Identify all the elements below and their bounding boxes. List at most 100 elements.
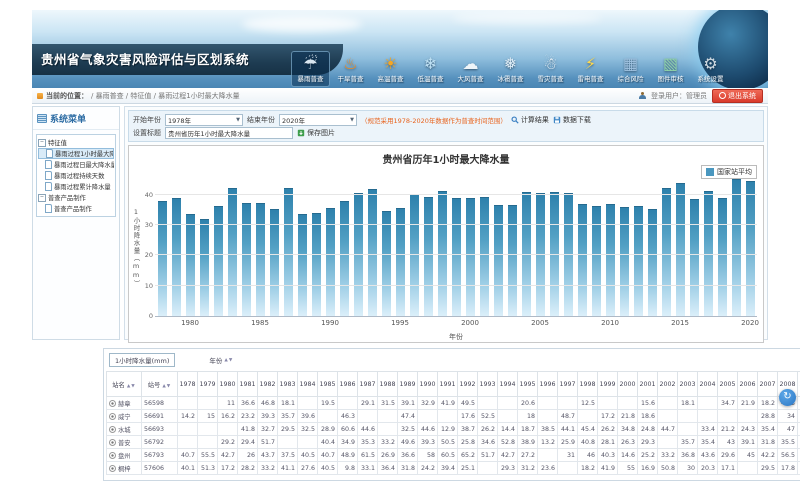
location-icon [37,93,43,99]
col-year-2004[interactable]: 2004 [698,372,718,397]
data-table: 站名 ▲▼站号 ▲▼197819791980198119821983198419… [106,371,800,475]
col-year-1980[interactable]: 1980 [218,372,238,397]
cell-1998: 40.8 [578,436,598,449]
nav-item-snow-disaster[interactable]: ☃雪灾普查 [531,51,570,87]
chart-title-input[interactable] [165,127,293,139]
cell-2004: 20.3 [698,462,718,475]
station-name[interactable]: 桐梓 [107,462,142,475]
nav-item-label: 综合风险 [618,75,644,83]
cell-1999: 17.2 [598,410,618,423]
table-row[interactable]: 赫章565981136.646.818.119.529.131.539.132.… [107,397,800,410]
nav-item-high-temp[interactable]: ☀高温普查 [371,51,410,87]
col-year-1989[interactable]: 1989 [398,372,418,397]
table-row[interactable]: 盘州5679340.755.542.72643.737.540.540.748.… [107,449,800,462]
col-year-1997[interactable]: 1997 [558,372,578,397]
col-year-1998[interactable]: 1998 [578,372,598,397]
col-year-1988[interactable]: 1988 [378,372,398,397]
sidebar-item-1[interactable]: 暴雨过程1小时最大降水量 [38,148,114,159]
sidebar-item-0[interactable]: −特征值 [38,137,114,148]
refresh-spinner[interactable]: ↻ [779,389,796,406]
col-year-2007[interactable]: 2007 [758,372,778,397]
col-year-1985[interactable]: 1985 [318,372,338,397]
sidebar-item-6[interactable]: 普查产品制作 [38,203,114,214]
sidebar-item-3[interactable]: 暴雨过程持续天数 [38,170,114,181]
col-station-name[interactable]: 站名 ▲▼ [107,372,142,397]
col-year-2006[interactable]: 2006 [738,372,758,397]
sort-arrows-icon[interactable]: ▲▼ [224,358,233,363]
col-year-1986[interactable]: 1986 [338,372,358,397]
col-year-1993[interactable]: 1993 [478,372,498,397]
nav-item-drought[interactable]: ♨干旱普查 [331,51,370,87]
calc-results-button[interactable]: 计算结果 [511,115,549,125]
nav-item-settings[interactable]: ⚙系统设置 [691,51,730,87]
table-row[interactable]: 普安5679229.229.451.740.434.935.333.249.63… [107,436,800,449]
col-year-1984[interactable]: 1984 [298,372,318,397]
col-year-1981[interactable]: 1981 [238,372,258,397]
table-row[interactable]: 桐梓5760640.151.317.228.233.241.127.640.59… [107,462,800,475]
breadcrumb-path[interactable]: / 暴雨普查 / 特征值 / 暴雨过程1小时最大降水量 [91,91,240,101]
bar-2003 [508,205,517,316]
col-year-2002[interactable]: 2002 [658,372,678,397]
nav-item-map-review[interactable]: ▧图件审核 [651,51,690,87]
nav-item-lightning[interactable]: ⚡雷电普查 [571,51,610,87]
cell-1987: 61.5 [358,449,378,462]
sort-arrows-icon[interactable]: ▲▼ [127,384,136,389]
gridline [155,194,757,195]
col-year-1994[interactable]: 1994 [498,372,518,397]
bar-1985 [256,203,265,316]
station-name[interactable]: 威宁 [107,410,142,423]
nav-item-gale[interactable]: ☁大风普查 [451,51,490,87]
station-name[interactable]: 盘州 [107,449,142,462]
data-download-button[interactable]: 数据下载 [553,115,591,125]
logout-button[interactable]: 退出系统 [712,89,763,103]
col-year-2000[interactable]: 2000 [618,372,638,397]
col-year-2001[interactable]: 2001 [638,372,658,397]
col-station-id[interactable]: 站号 ▲▼ [142,372,178,397]
end-year-select[interactable]: 2020年 ▼ [279,114,357,126]
chart-legend[interactable]: 国家站平均 [701,165,757,179]
radio-icon[interactable] [109,413,116,420]
nav-item-rainstorm[interactable]: ☔暴雨普查 [291,51,330,87]
nav-item-label: 高温普查 [378,75,404,83]
header-banner: 贵州省气象灾害风险评估与区划系统 ☔暴雨普查♨干旱普查☀高温普查❄低温普查☁大风… [32,10,768,88]
cell-2001: 25.2 [638,449,658,462]
sidebar-item-4[interactable]: 暴雨过程累计降水量 [38,181,114,192]
radio-icon[interactable] [109,400,116,407]
station-name[interactable]: 赫章 [107,397,142,410]
nav-item-low-temp[interactable]: ❄低温普查 [411,51,450,87]
col-year-1978[interactable]: 1978 [178,372,198,397]
nav-item-composite-risk[interactable]: ▦综合风险 [611,51,650,87]
col-year-1999[interactable]: 1999 [598,372,618,397]
cell-1985: 40.5 [318,462,338,475]
sort-arrows-icon[interactable]: ▲▼ [162,384,171,389]
col-year-1992[interactable]: 1992 [458,372,478,397]
col-year-2003[interactable]: 2003 [678,372,698,397]
year-sort-control[interactable]: 年份 ▲▼ [209,355,233,365]
col-year-1991[interactable]: 1991 [438,372,458,397]
col-year-1983[interactable]: 1983 [278,372,298,397]
table-row[interactable]: 水城5669341.832.729.532.528.960.644.632.54… [107,423,800,436]
nav-item-label: 系统设置 [698,75,724,83]
station-name[interactable]: 普安 [107,436,142,449]
save-image-button[interactable]: 保存图片 [297,128,335,138]
cell-1981: 41.8 [238,423,258,436]
station-name[interactable]: 水城 [107,423,142,436]
cloud-decoration [242,16,362,32]
radio-icon[interactable] [109,426,116,433]
col-year-1996[interactable]: 1996 [538,372,558,397]
sidebar-item-2[interactable]: 暴雨过程日最大降水量 [38,159,114,170]
sidebar-item-5[interactable]: −普查产品制作 [38,192,114,203]
nav-item-hail[interactable]: ❅冰雹普查 [491,51,530,87]
col-year-1990[interactable]: 1990 [418,372,438,397]
start-year-select[interactable]: 1978年 ▼ [165,114,243,126]
radio-icon[interactable] [109,465,116,472]
col-year-1995[interactable]: 1995 [518,372,538,397]
table-row[interactable]: 威宁5669114.21516.223.239.335.739.646.347.… [107,410,800,423]
radio-icon[interactable] [109,439,116,446]
radio-icon[interactable] [109,452,116,459]
x-tick: 1985 [251,319,269,327]
col-year-2005[interactable]: 2005 [718,372,738,397]
col-year-1979[interactable]: 1979 [198,372,218,397]
col-year-1982[interactable]: 1982 [258,372,278,397]
col-year-1987[interactable]: 1987 [358,372,378,397]
